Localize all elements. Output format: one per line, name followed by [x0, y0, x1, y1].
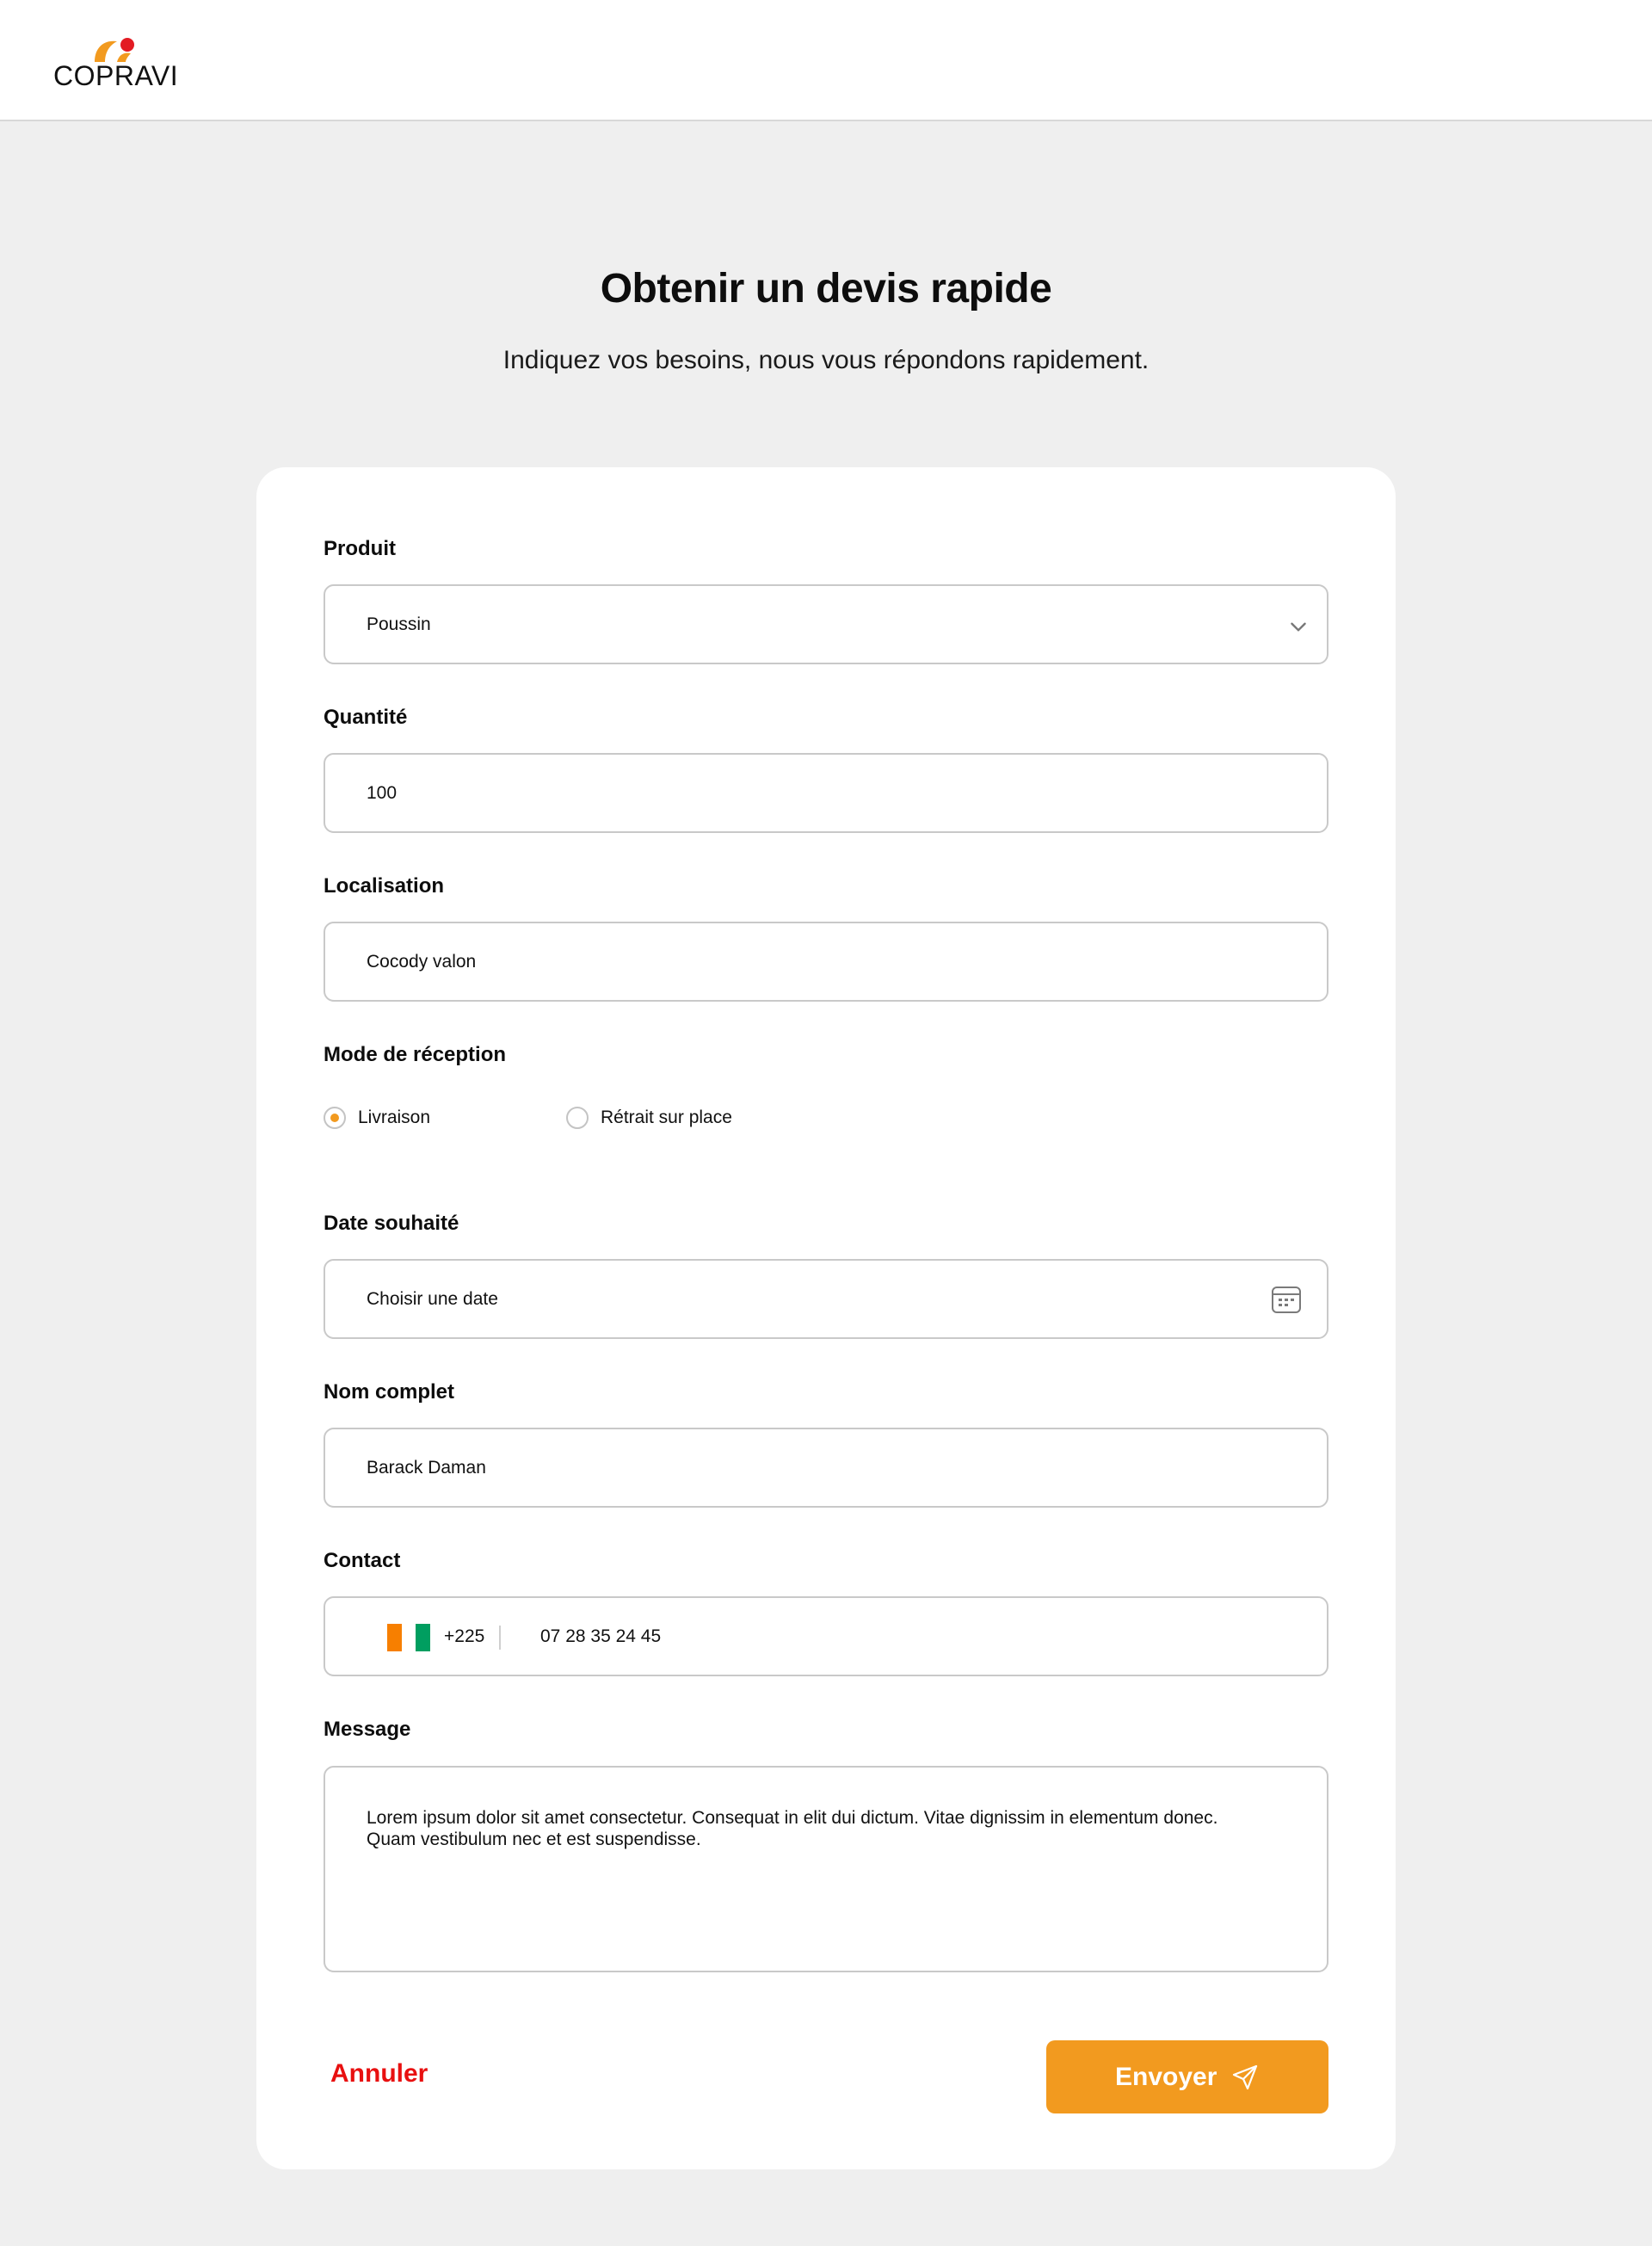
radio-retrait-indicator[interactable] [566, 1107, 589, 1129]
radio-livraison-indicator[interactable] [324, 1107, 346, 1129]
quantity-input-value: 100 [367, 782, 398, 803]
date-picker-placeholder: Choisir une date [367, 1288, 498, 1309]
dial-code[interactable]: +225 [444, 1626, 484, 1647]
radio-retrait-label: Rétrait sur place [601, 1108, 732, 1127]
message-textarea-value: Lorem ipsum dolor sit amet consectetur. … [367, 1808, 1218, 1849]
location-input-value: Cocody valon [367, 951, 477, 972]
chevron-down-icon[interactable] [1287, 615, 1310, 638]
date-picker-input[interactable]: Choisir une date [324, 1259, 1328, 1339]
reception-mode-label: Mode de réception [324, 1043, 507, 1066]
message-textarea[interactable]: Lorem ipsum dolor sit amet consectetur. … [324, 1766, 1328, 1972]
site-header: COPRAVI [0, 0, 1652, 121]
full-name-input[interactable]: Barack Daman [324, 1428, 1328, 1508]
quantity-input[interactable]: 100 [324, 753, 1328, 833]
full-name-input-value: Barack Daman [367, 1457, 486, 1478]
phone-input[interactable]: +225 07 28 35 24 45 [324, 1596, 1328, 1676]
phone-input-value: 07 28 35 24 45 [540, 1626, 662, 1646]
copravi-logo[interactable]: COPRAVI [53, 34, 182, 91]
cancel-button[interactable]: Annuler [330, 2059, 428, 2089]
page-title: Obtenir un devis rapide [600, 266, 1052, 312]
flag-stripe-orange [387, 1624, 402, 1651]
radio-livraison-label: Livraison [358, 1108, 431, 1127]
quantity-label: Quantité [324, 706, 408, 729]
dial-code-divider [499, 1626, 501, 1650]
page-subtitle: Indiquez vos besoins, nous vous répondon… [502, 346, 1150, 374]
send-icon [1232, 2064, 1258, 2090]
location-label: Localisation [324, 874, 445, 898]
full-name-label: Nom complet [324, 1380, 455, 1404]
logo-text: COPRAVI [53, 60, 179, 91]
message-label: Message [324, 1718, 411, 1741]
flag-stripe-green [416, 1624, 430, 1651]
reception-mode-radio-group: Livraison Rétrait sur place [324, 1106, 926, 1132]
product-select[interactable]: Poussin [324, 584, 1328, 664]
send-button[interactable]: Envoyer [1046, 2040, 1328, 2113]
quote-form-card: Produit Poussin Quantité 100 Localisatio… [256, 467, 1396, 2169]
product-label: Produit [324, 537, 396, 560]
product-select-value: Poussin [367, 614, 431, 634]
location-input[interactable]: Cocody valon [324, 922, 1328, 1002]
cote-divoire-flag-icon[interactable] [387, 1624, 430, 1651]
date-label: Date souhaité [324, 1212, 459, 1235]
contact-label: Contact [324, 1549, 401, 1572]
send-button-label: Envoyer [1115, 2062, 1217, 2091]
calendar-icon[interactable] [1270, 1283, 1303, 1316]
flag-stripe-white [401, 1624, 416, 1651]
